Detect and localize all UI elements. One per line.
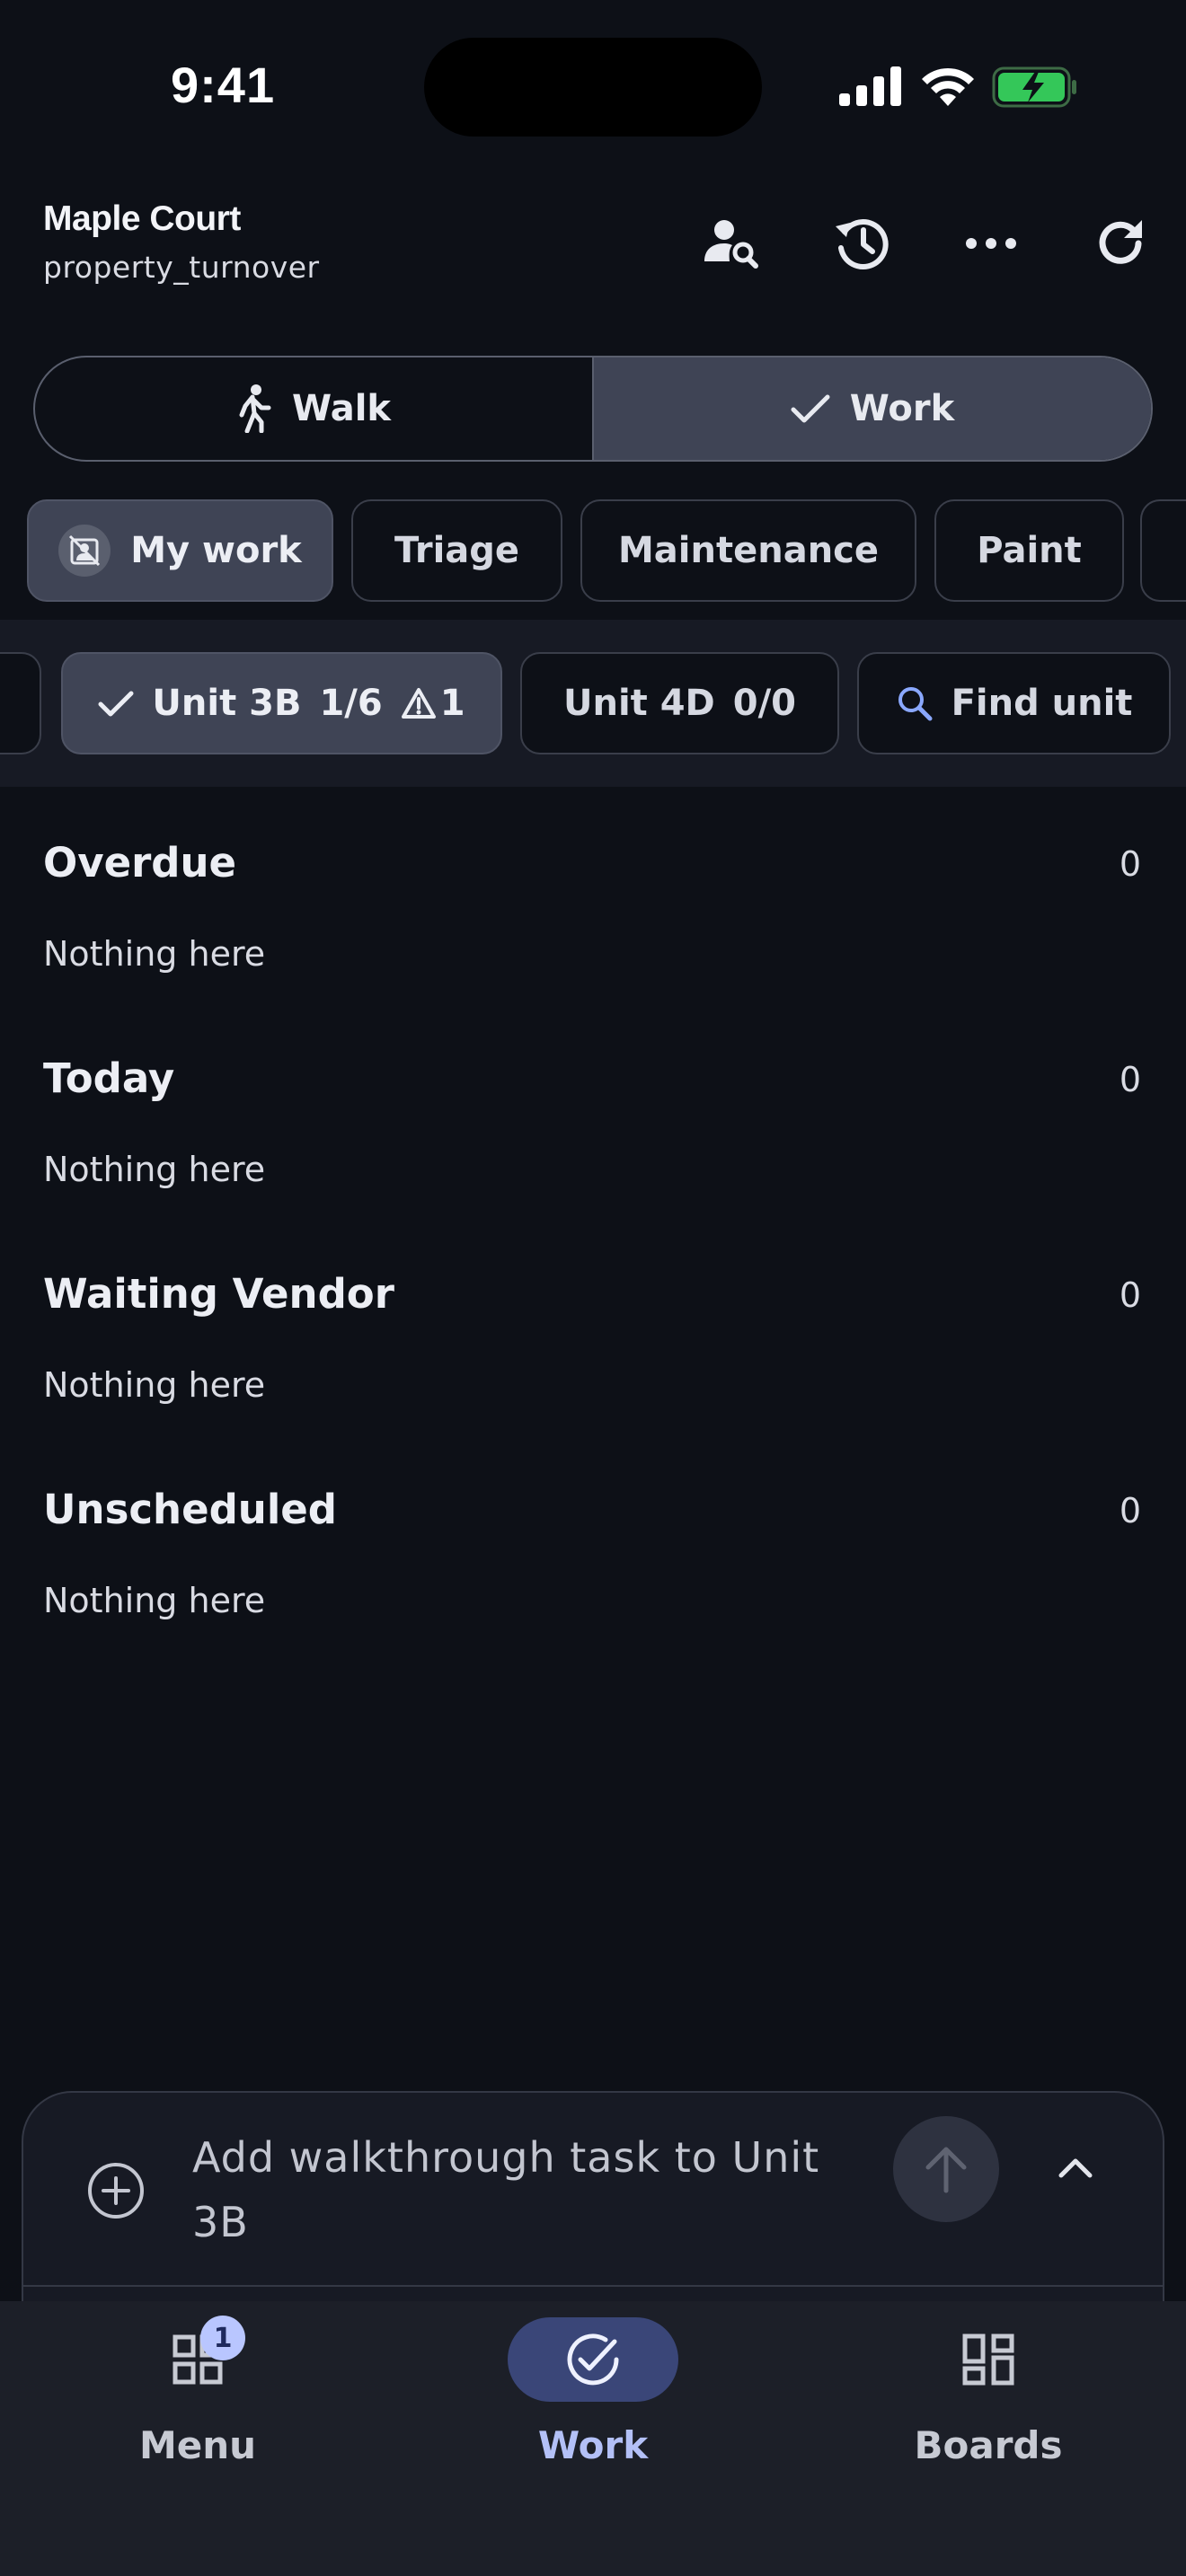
warning-icon (401, 688, 436, 719)
expand-button[interactable] (1042, 2134, 1109, 2201)
unit-progress: 1/6 (319, 683, 383, 724)
section-title: Today (43, 1054, 175, 1102)
nav-menu[interactable]: 1 Menu (63, 2316, 332, 2467)
nav-label: Work (537, 2423, 649, 2467)
chip-label: Triage (394, 530, 520, 571)
unit-name: Unit 3B (152, 683, 302, 724)
section-count: 0 (1119, 1060, 1141, 1099)
find-unit-label: Find unit (951, 683, 1133, 724)
nav-icon-container (508, 2317, 678, 2402)
work-label: Work (849, 388, 955, 429)
chip-label: My work (130, 530, 302, 571)
refresh-icon (1099, 220, 1142, 264)
chip-label: Maintenance (617, 530, 880, 571)
nav-boards[interactable]: Boards (854, 2317, 1123, 2467)
section-title: Overdue (43, 839, 237, 887)
chip-my-work[interactable]: My work (27, 499, 333, 602)
search-icon (898, 687, 933, 721)
divider (22, 2285, 1164, 2287)
chip-overflow[interactable] (1140, 499, 1186, 602)
section-empty-text: Nothing here (43, 1581, 266, 1620)
section-count: 0 (1119, 1275, 1141, 1315)
dashboard-icon (962, 2333, 1014, 2386)
unit-chip-overflow[interactable] (0, 652, 41, 754)
check-icon (791, 394, 830, 423)
check-circle-icon (567, 2333, 619, 2386)
nav-label: Boards (914, 2423, 1063, 2467)
chip-maintenance[interactable]: Maintenance (580, 499, 916, 602)
chevron-up-icon (1058, 2158, 1093, 2178)
person-search-button[interactable] (700, 212, 763, 275)
arrow-up-icon (925, 2147, 967, 2193)
person-search-icon (704, 220, 758, 269)
chip-label: Paint (977, 530, 1082, 571)
nav-icon-container (903, 2317, 1074, 2402)
cellular-signal-icon (839, 66, 901, 106)
section-empty-text: Nothing here (43, 1150, 266, 1189)
section-count: 0 (1119, 1491, 1141, 1531)
send-button[interactable] (893, 2116, 999, 2222)
section-title: Unscheduled (43, 1486, 337, 1533)
assignment-person-icon (58, 525, 111, 577)
history-icon (836, 219, 889, 270)
walk-tab[interactable]: Walk (35, 357, 592, 460)
section-empty-text: Nothing here (43, 1365, 266, 1405)
unit-chip-3b[interactable]: Unit 3B 1/6 1 (61, 652, 502, 754)
work-tab[interactable]: Work (592, 357, 1151, 460)
find-unit-button[interactable]: Find unit (857, 652, 1171, 754)
refresh-button[interactable] (1089, 212, 1152, 275)
unit-progress: 0/0 (732, 683, 797, 724)
check-icon (98, 691, 134, 717)
app-subtitle: property_turnover (43, 250, 320, 285)
mode-toggle: Walk Work (33, 356, 1153, 462)
status-time: 9:41 (171, 57, 276, 113)
wifi-icon (922, 67, 974, 106)
section-empty-text: Nothing here (43, 934, 266, 974)
nav-icon-container: 1 (112, 2316, 283, 2402)
task-input[interactable]: Add walkthrough task to Unit 3B (192, 2125, 857, 2254)
walk-label: Walk (292, 388, 391, 429)
unit-name: Unit 4D (562, 683, 715, 724)
chip-triage[interactable]: Triage (351, 499, 562, 602)
nav-label: Menu (138, 2423, 257, 2467)
notification-badge: 1 (200, 2316, 245, 2360)
app-title: Maple Court (43, 199, 241, 238)
more-button[interactable] (960, 212, 1022, 275)
add-circle-icon[interactable] (86, 2161, 146, 2220)
unit-alerts: 1 (401, 683, 465, 724)
battery-charging-icon (992, 66, 1076, 108)
dynamic-island (424, 38, 762, 137)
chip-paint[interactable]: Paint (934, 499, 1124, 602)
section-count: 0 (1119, 844, 1141, 884)
history-button[interactable] (830, 212, 893, 275)
more-icon (966, 238, 1016, 249)
nav-work[interactable]: Work (458, 2317, 728, 2467)
unit-chip-4d[interactable]: Unit 4D 0/0 (520, 652, 839, 754)
walk-icon (239, 384, 271, 433)
unit-alerts-count: 1 (439, 683, 465, 724)
section-title: Waiting Vendor (43, 1270, 394, 1318)
